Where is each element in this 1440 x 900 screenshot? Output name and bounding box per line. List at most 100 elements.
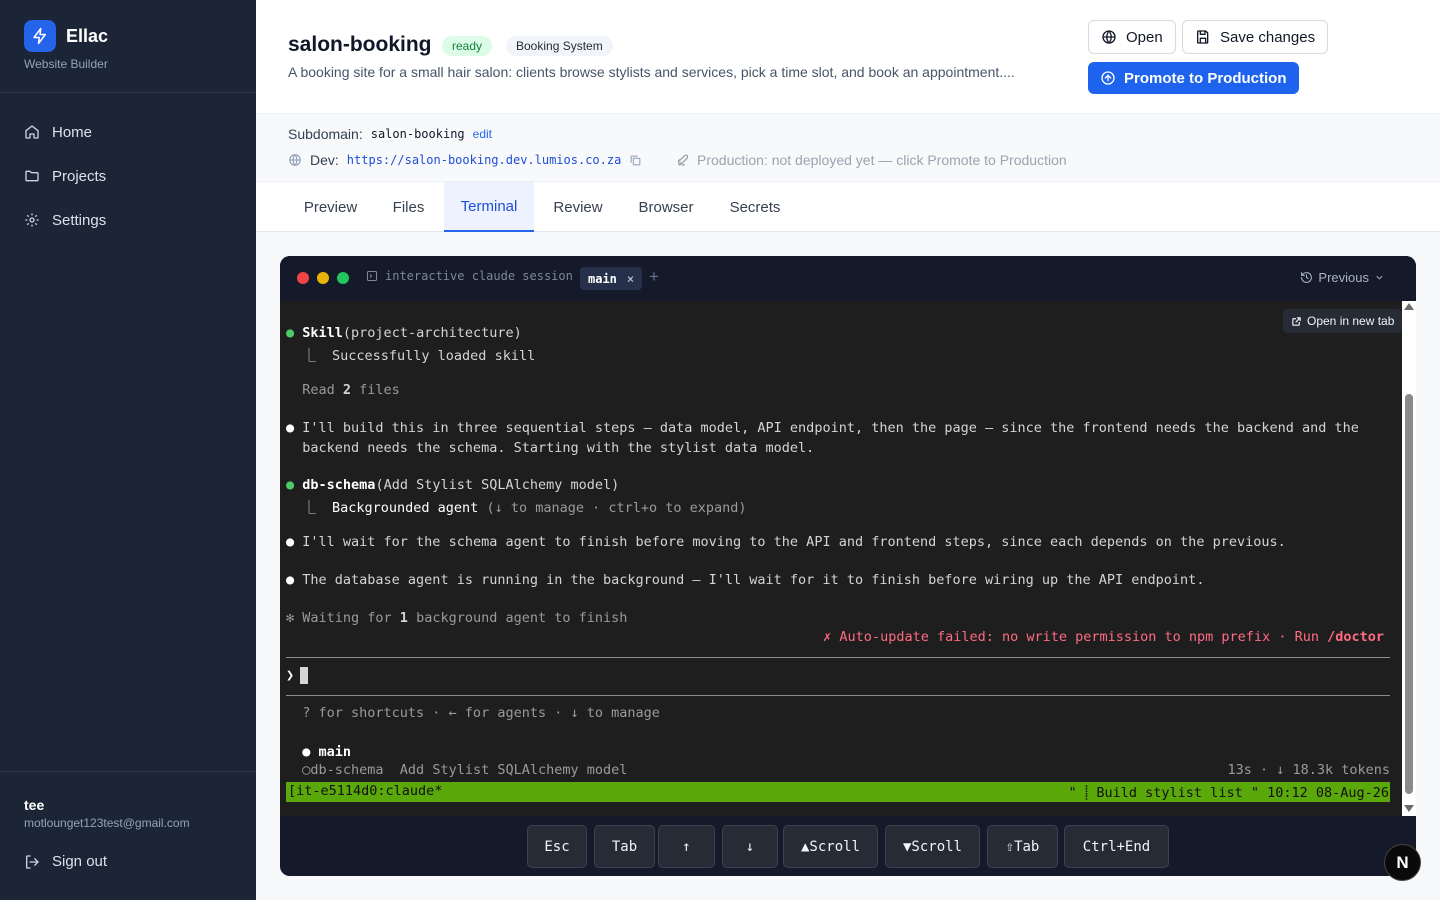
terminal-line: ⎿ Backgrounded agent (↓ to manage · ctrl… — [286, 500, 747, 516]
tab-preview[interactable]: Preview — [288, 182, 373, 232]
home-icon — [25, 125, 39, 139]
subdomain-value: salon-booking — [370, 127, 465, 141]
terminal-icon — [367, 271, 377, 281]
dev-url-row: Dev: https://salon-booking.dev.lumios.co… — [288, 152, 642, 168]
key-ctrl-end[interactable]: Ctrl+End — [1064, 825, 1169, 868]
gear-icon — [25, 213, 39, 227]
open-label: Open — [1126, 28, 1163, 46]
prompt-input[interactable]: ❯ — [286, 667, 309, 684]
terminal-line: ● Skill(project-architecture) — [286, 325, 522, 341]
sidebar-nav: Home Projects Settings — [0, 110, 256, 242]
folder-icon — [25, 170, 39, 182]
update-error: ✗ Auto-update failed: no write permissio… — [823, 629, 1384, 645]
save-icon — [1197, 30, 1209, 44]
agent-background[interactable]: ◯db-schema Add Stylist SQLAlchemy model — [286, 762, 627, 778]
tab-terminal[interactable]: Terminal — [444, 182, 534, 232]
globe-icon — [1102, 30, 1116, 44]
sidebar: Ellac Website Builder Home Projects Sett… — [0, 0, 256, 900]
deployment-info: Subdomain: salon-booking edit Dev: https… — [256, 114, 1440, 182]
tab-files[interactable]: Files — [381, 182, 436, 232]
key-scroll-down[interactable]: ▼Scroll — [885, 825, 980, 868]
terminal-line: ● I'll wait for the schema agent to fini… — [286, 534, 1286, 550]
sidebar-item-projects[interactable]: Projects — [0, 154, 256, 198]
sidebar-item-label: Projects — [52, 167, 107, 185]
save-changes-button[interactable]: Save changes — [1182, 20, 1329, 54]
maximize-dot — [337, 272, 349, 284]
user-email: motlounget123test@gmail.com — [24, 816, 190, 830]
project-description: A booking site for a small hair salon: c… — [288, 64, 1015, 80]
scrollbar[interactable] — [1402, 301, 1416, 816]
project-tabs: Preview Files Terminal Review Browser Se… — [256, 182, 1440, 232]
agent-main[interactable]: ● main — [286, 744, 351, 760]
tab-review[interactable]: Review — [542, 182, 614, 232]
sign-out-button[interactable]: Sign out — [24, 853, 107, 870]
dev-label: Dev: — [310, 152, 339, 168]
subdomain-label: Subdomain: — [288, 126, 363, 142]
tmux-status-bar: [it-e5114d0:claude* " ⸽ Build stylist li… — [286, 782, 1390, 802]
status-left: [it-e5114d0:claude* — [288, 783, 443, 799]
status-badge: ready — [442, 36, 493, 56]
previous-dropdown[interactable]: Previous — [1300, 270, 1390, 285]
user-block: tee motlounget123test@gmail.com — [24, 797, 190, 830]
sidebar-item-home[interactable]: Home — [0, 110, 256, 154]
logout-icon — [26, 854, 39, 869]
edit-subdomain-link[interactable]: edit — [473, 127, 492, 141]
previous-label: Previous — [1318, 270, 1369, 285]
copy-icon[interactable] — [629, 154, 642, 167]
promote-to-production-button[interactable]: Promote to Production — [1088, 62, 1299, 94]
terminal-line: ● db-schema(Add Stylist SQLAlchemy model… — [286, 477, 620, 493]
terminal-toolbar: interactive claude session main × + Prev… — [280, 256, 1416, 301]
new-tab-button[interactable]: + — [649, 267, 659, 287]
arrow-up-circle-icon — [1101, 71, 1115, 85]
scroll-up-arrow[interactable] — [1404, 303, 1414, 310]
sidebar-item-settings[interactable]: Settings — [0, 198, 256, 242]
virtual-keyboard: Esc Tab ↑ ↓ ▲Scroll ▼Scroll ⇧Tab Ctrl+En… — [280, 816, 1416, 876]
close-tab-icon[interactable]: × — [627, 272, 634, 286]
open-in-new-tab-button[interactable]: Open in new tab — [1283, 309, 1403, 333]
terminal-tab-main[interactable]: main × — [580, 267, 643, 290]
type-badge: Booking System — [506, 36, 613, 56]
chevron-down-icon — [1376, 275, 1383, 280]
shortcuts-hint: ? for shortcuts · ← for agents · ↓ to ma… — [286, 705, 660, 721]
brand-subtitle: Website Builder — [24, 57, 108, 71]
terminal-output[interactable]: ● Skill(project-architecture) ⎿ Successf… — [280, 301, 1416, 816]
key-up[interactable]: ↑ — [658, 825, 715, 868]
key-shift-tab[interactable]: ⇧Tab — [987, 825, 1058, 868]
promote-label: Promote to Production — [1124, 69, 1287, 87]
terminal-line: ● The database agent is running in the b… — [286, 572, 1205, 588]
scrollbar-thumb[interactable] — [1405, 394, 1413, 794]
save-label: Save changes — [1220, 28, 1316, 46]
external-link-icon — [1292, 316, 1301, 326]
divider — [0, 92, 256, 93]
globe-icon — [289, 154, 301, 166]
terminal-line: ⎿ Successfully loaded skill — [286, 348, 536, 364]
key-down[interactable]: ↓ — [722, 825, 778, 868]
session-label: interactive claude session — [366, 269, 573, 283]
tab-secrets[interactable]: Secrets — [718, 182, 792, 232]
open-button[interactable]: Open — [1088, 20, 1176, 54]
minimize-dot — [317, 272, 329, 284]
key-scroll-up[interactable]: ▲Scroll — [783, 825, 878, 868]
lightning-icon — [24, 20, 56, 52]
sign-out-label: Sign out — [52, 853, 108, 870]
scroll-down-arrow[interactable] — [1404, 805, 1414, 812]
tab-browser[interactable]: Browser — [628, 182, 704, 232]
terminal-line: ✻ Waiting for 1 background agent to fini… — [286, 610, 628, 626]
brand-name: Ellac — [66, 25, 109, 46]
open-new-tab-label: Open in new tab — [1307, 314, 1395, 328]
user-name: tee — [24, 797, 45, 813]
production-status: Production: not deployed yet — click Pro… — [676, 152, 1067, 168]
terminal-line: backend needs the schema. Starting with … — [286, 440, 815, 456]
next-dev-badge[interactable]: N — [1384, 844, 1421, 881]
dev-url-link[interactable]: https://salon-booking.dev.lumios.co.za — [347, 153, 622, 167]
key-tab[interactable]: Tab — [594, 825, 655, 868]
sidebar-item-label: Settings — [52, 211, 107, 229]
terminal-line: ● I'll build this in three sequential st… — [286, 420, 1359, 436]
brand[interactable]: Ellac — [24, 20, 108, 52]
sidebar-item-label: Home — [52, 123, 93, 141]
history-icon — [1301, 272, 1313, 283]
page-title: salon-booking — [288, 33, 432, 56]
key-esc[interactable]: Esc — [527, 825, 587, 868]
close-dot — [297, 272, 309, 284]
session-label-text: interactive claude session — [385, 269, 573, 283]
